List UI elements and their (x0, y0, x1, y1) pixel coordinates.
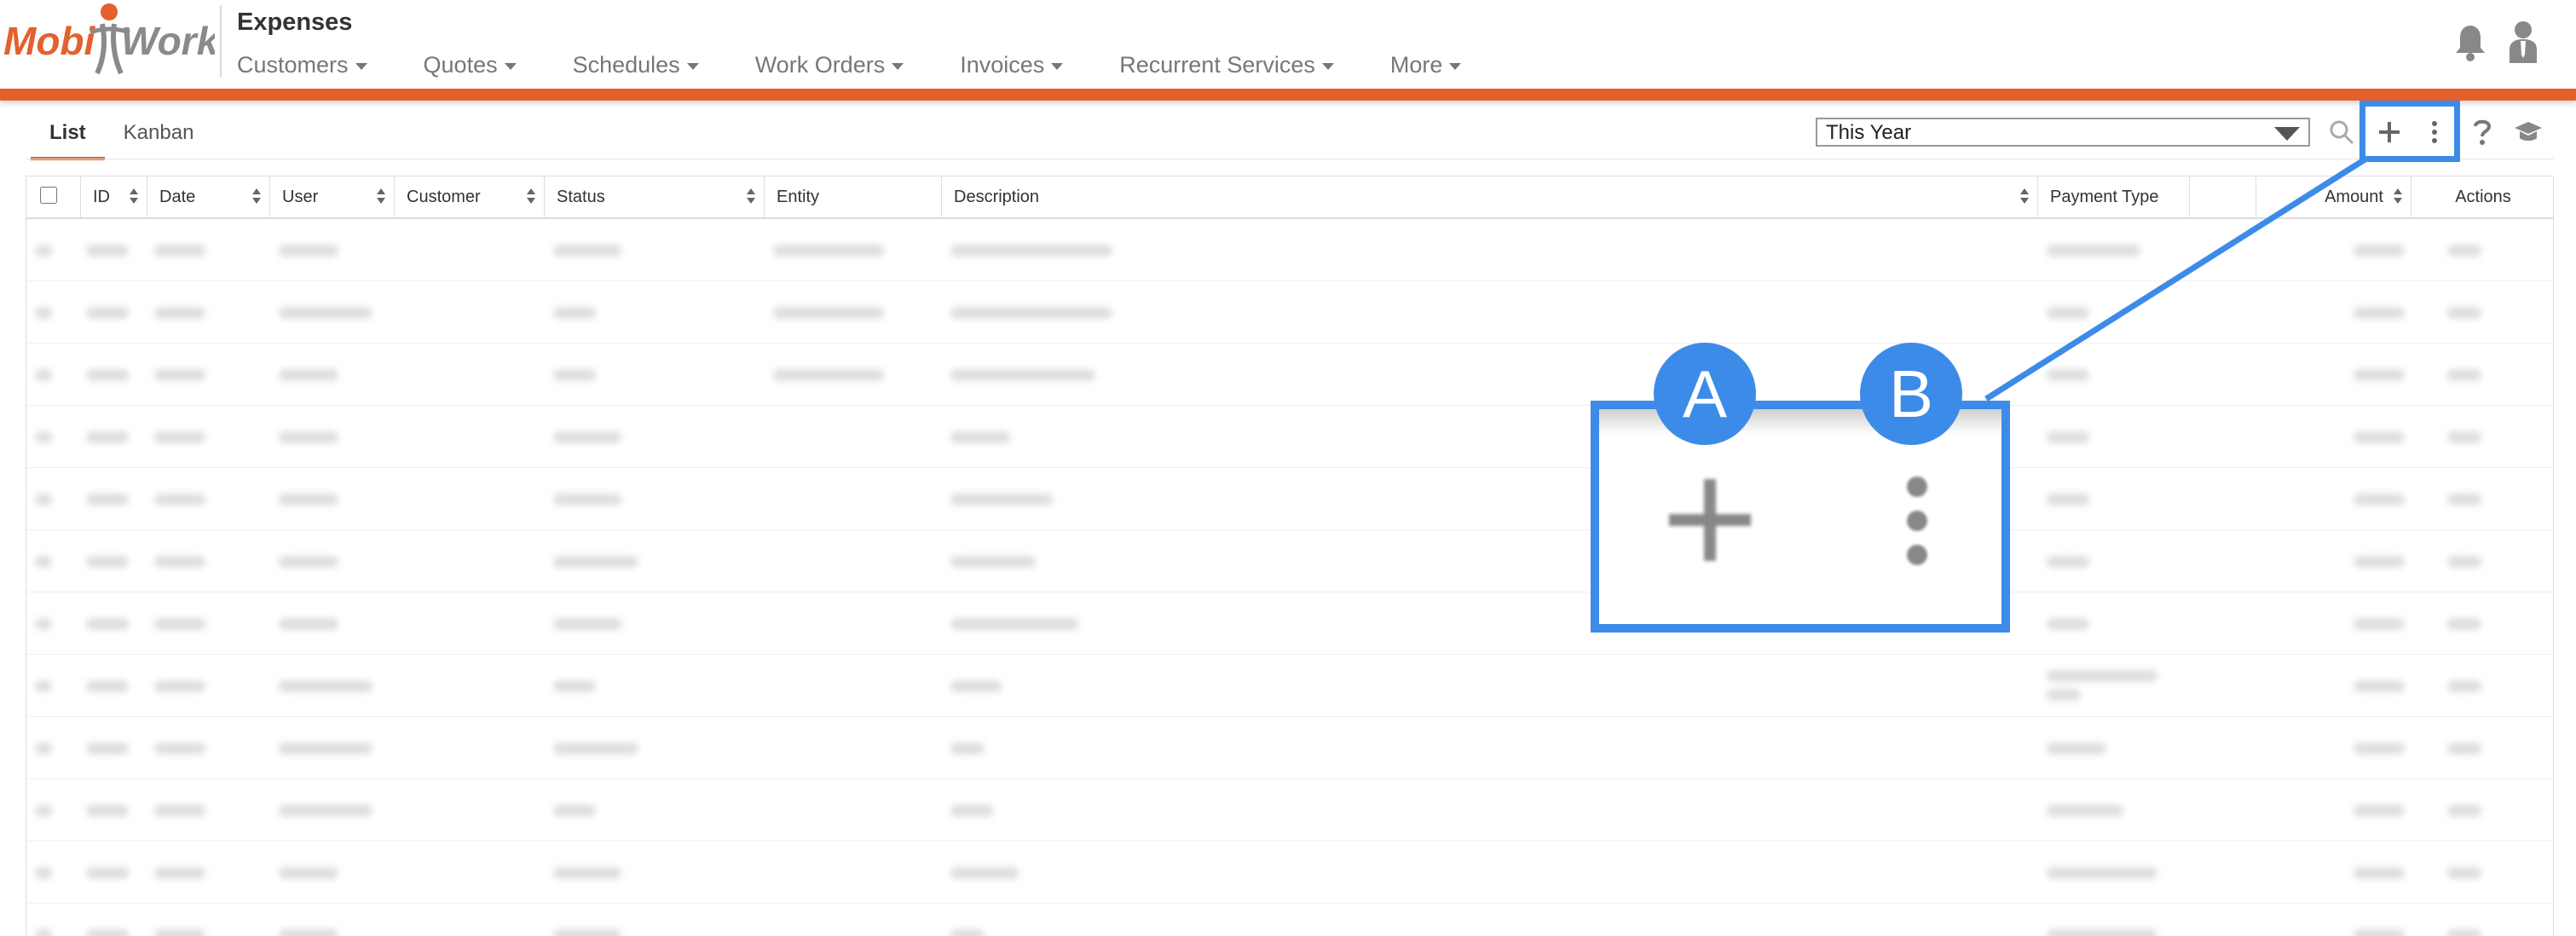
bell-icon[interactable] (2455, 24, 2486, 61)
nav-label: More (1389, 51, 1443, 78)
column-label: Entity (777, 188, 820, 206)
column-customer[interactable]: Customer (395, 176, 545, 217)
table-row[interactable] (26, 530, 2553, 592)
zoomed-add-icon (1669, 479, 1751, 561)
table-row[interactable] (26, 219, 2553, 281)
nav-schedules[interactable]: Schedules (573, 48, 699, 82)
graduation-cap-icon[interactable] (2513, 119, 2544, 145)
nav-label: Invoices (960, 51, 1045, 78)
chevron-down-icon (686, 63, 699, 70)
nav-label: Customers (237, 51, 349, 78)
nav-label: Quotes (423, 51, 498, 78)
chevron-down-icon (1051, 63, 1064, 70)
column-actions: Actions (2411, 176, 2553, 217)
table-row[interactable] (26, 592, 2553, 655)
table-row[interactable] (26, 841, 2553, 904)
zoom-callout-box (1591, 401, 2010, 633)
table-row[interactable] (26, 406, 2553, 468)
nav-recurrent-services[interactable]: Recurrent Services (1119, 48, 1334, 82)
column-label: Description (954, 188, 1040, 206)
period-select[interactable]: This Year (1816, 118, 2310, 147)
page-title: Expenses (237, 9, 353, 36)
nav-more[interactable]: More (1390, 48, 1462, 82)
table-row[interactable] (26, 904, 2553, 936)
help-icon[interactable] (2472, 118, 2492, 147)
column-user[interactable]: User (270, 176, 395, 217)
column-label: Date (159, 188, 196, 206)
column-label: User (282, 188, 319, 206)
table-body (26, 219, 2553, 936)
column-label: Status (557, 188, 605, 206)
table-row[interactable] (26, 344, 2553, 406)
chevron-down-icon (504, 63, 517, 70)
logo-divider (220, 5, 222, 77)
sort-icon (2394, 188, 2402, 205)
tab-kanban[interactable]: Kanban (105, 116, 213, 160)
table-row[interactable] (26, 281, 2553, 344)
select-all-header (26, 176, 81, 217)
sort-icon (747, 188, 755, 205)
column-amount[interactable]: Amount (2256, 176, 2411, 217)
column-label: Payment Type (2050, 188, 2159, 206)
main-nav: Customers Quotes Schedules Work Orders I… (237, 48, 1517, 82)
search-icon[interactable] (2329, 119, 2354, 145)
column-label: Actions (2455, 188, 2511, 206)
column-label: Amount (2325, 188, 2383, 206)
nav-label: Recurrent Services (1119, 51, 1315, 78)
nav-label: Schedules (572, 51, 680, 78)
sort-icon (527, 188, 535, 205)
table-header: ID Date User Customer Status Entity Desc… (26, 176, 2553, 219)
badge-b: B (1860, 343, 1962, 445)
table-row[interactable] (26, 779, 2553, 841)
app-header: Mobi Work Expenses Customers Quotes Sche… (0, 0, 2576, 89)
nav-quotes[interactable]: Quotes (424, 48, 517, 82)
tab-list[interactable]: List (31, 116, 105, 160)
logo-text-left: Mobi (3, 19, 96, 63)
table-row[interactable] (26, 468, 2553, 530)
column-label: Customer (407, 188, 481, 206)
column-date[interactable]: Date (147, 176, 270, 217)
column-label: ID (93, 188, 110, 206)
expenses-table: ID Date User Customer Status Entity Desc… (26, 176, 2554, 936)
header-accent-bar (0, 89, 2576, 101)
sort-icon (130, 188, 138, 205)
badge-a: A (1654, 343, 1756, 445)
nav-invoices[interactable]: Invoices (960, 48, 1064, 82)
chevron-down-icon (1449, 63, 1462, 70)
mobiwork-logo[interactable]: Mobi Work (2, 0, 215, 82)
select-all-checkbox[interactable] (40, 187, 57, 204)
view-tabs: List Kanban (31, 116, 212, 160)
table-row[interactable] (26, 655, 2553, 717)
logo-text-right: Work (121, 19, 215, 63)
chevron-down-icon (1321, 63, 1334, 70)
sort-icon (252, 188, 261, 205)
nav-work-orders[interactable]: Work Orders (755, 48, 904, 82)
column-blank (2190, 176, 2256, 217)
column-entity[interactable]: Entity (765, 176, 942, 217)
column-description[interactable]: Description (942, 176, 2038, 217)
sort-icon (2020, 188, 2029, 205)
column-payment-type[interactable]: Payment Type (2038, 176, 2190, 217)
period-select-value: This Year (1826, 121, 1912, 144)
nav-label: Work Orders (754, 51, 886, 78)
column-id[interactable]: ID (81, 176, 147, 217)
nav-customers[interactable]: Customers (237, 48, 367, 82)
chevron-down-icon (892, 63, 904, 70)
column-status[interactable]: Status (545, 176, 765, 217)
sort-icon (377, 188, 385, 205)
table-row[interactable] (26, 717, 2553, 779)
zoomed-more-vertical-icon (1907, 477, 1927, 565)
dropdown-arrow-icon (2274, 127, 2300, 141)
user-icon[interactable] (2508, 20, 2538, 63)
chevron-down-icon (355, 63, 367, 70)
highlight-toolbar-actions (2359, 101, 2460, 162)
